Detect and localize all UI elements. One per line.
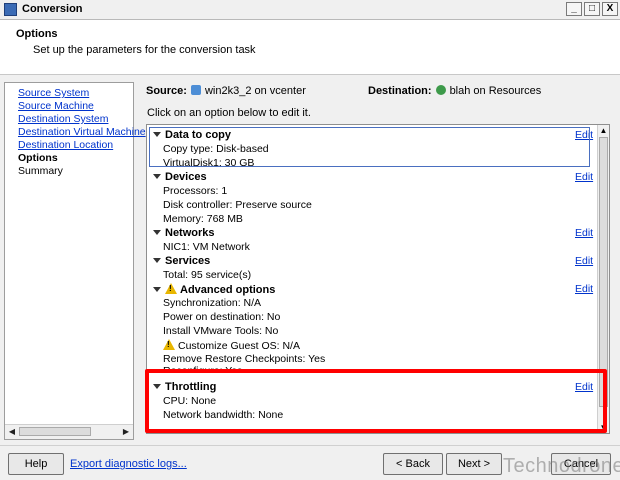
option-line: Memory: 768 MB [163, 213, 243, 225]
nav-item-destination-location[interactable]: Destination Location [18, 139, 113, 151]
destination-label: Destination: [368, 85, 432, 97]
nav-item-options: Options [18, 152, 58, 164]
source-label: Source: [146, 85, 187, 97]
source-info: Source: win2k3_2 on vcenter [146, 85, 306, 97]
warning-icon [165, 283, 177, 294]
edit-networks-link[interactable]: Edit [575, 227, 593, 239]
computer-icon [190, 85, 201, 95]
back-button[interactable]: < Back [383, 453, 443, 475]
section-networks[interactable]: Networks [153, 227, 215, 239]
app-icon [4, 3, 17, 16]
export-diagnostic-logs-link[interactable]: Export diagnostic logs... [70, 458, 187, 470]
collapse-arrow-icon[interactable] [153, 258, 161, 263]
option-line: Total: 95 service(s) [163, 269, 252, 281]
option-line-warning: Customize Guest OS: N/A [163, 339, 300, 352]
close-button[interactable]: X [602, 2, 618, 16]
nav-item-summary: Summary [18, 165, 63, 177]
nav-horizontal-scrollbar[interactable]: ◀ ▶ [5, 424, 133, 439]
option-line: Power on destination: No [163, 311, 281, 323]
watermark: Technodrone [503, 455, 620, 477]
maximize-button[interactable]: □ [584, 2, 600, 16]
collapse-arrow-icon[interactable] [153, 287, 161, 292]
window-title: Conversion [22, 3, 83, 15]
edit-devices-link[interactable]: Edit [575, 171, 593, 183]
collapse-arrow-icon[interactable] [153, 230, 161, 235]
scroll-up-icon[interactable]: ▲ [598, 125, 609, 136]
selected-option-outline [149, 127, 590, 167]
next-button[interactable]: Next > [446, 453, 502, 475]
options-hint: Click on an option below to edit it. [147, 107, 311, 119]
warning-icon [163, 339, 175, 350]
edit-advanced-options-link[interactable]: Edit [575, 283, 593, 295]
option-line: Synchronization: N/A [163, 297, 262, 309]
page-subtitle: Set up the parameters for the conversion… [33, 44, 256, 56]
minimize-button[interactable]: _ [566, 2, 582, 16]
resource-pool-icon [435, 85, 446, 95]
wizard-steps-nav: Source System Source Machine Destination… [4, 82, 146, 440]
highlight-annotation-box [145, 369, 607, 433]
title-bar: Conversion _ □ X [0, 0, 620, 20]
page-title: Options [16, 28, 58, 40]
scroll-left-icon[interactable]: ◀ [6, 426, 18, 437]
scrollbar-thumb[interactable] [19, 427, 91, 436]
collapse-arrow-icon[interactable] [153, 174, 161, 179]
nav-item-source-system[interactable]: Source System [18, 87, 89, 99]
section-advanced-options[interactable]: Advanced options [153, 283, 275, 296]
source-value: win2k3_2 on vcenter [204, 85, 306, 97]
nav-item-destination-vm[interactable]: Destination Virtual Machine [18, 126, 146, 138]
section-devices[interactable]: Devices [153, 171, 207, 183]
edit-services-link[interactable]: Edit [575, 255, 593, 267]
option-line: Disk controller: Preserve source [163, 199, 312, 211]
wizard-header: Options Set up the parameters for the co… [0, 20, 620, 75]
destination-value: blah on Resources [449, 85, 542, 97]
scrollbar-thumb[interactable] [599, 137, 608, 407]
option-line: NIC1: VM Network [163, 241, 250, 253]
nav-item-destination-system[interactable]: Destination System [18, 113, 108, 125]
option-line: Processors: 1 [163, 185, 228, 197]
nav-item-source-machine[interactable]: Source Machine [18, 100, 94, 112]
option-line: Remove Restore Checkpoints: Yes [163, 353, 326, 365]
help-button[interactable]: Help [8, 453, 64, 475]
destination-info: Destination: blah on Resources [368, 85, 541, 97]
option-line: Install VMware Tools: No [163, 325, 279, 337]
scroll-right-icon[interactable]: ▶ [120, 426, 132, 437]
section-services[interactable]: Services [153, 255, 210, 267]
